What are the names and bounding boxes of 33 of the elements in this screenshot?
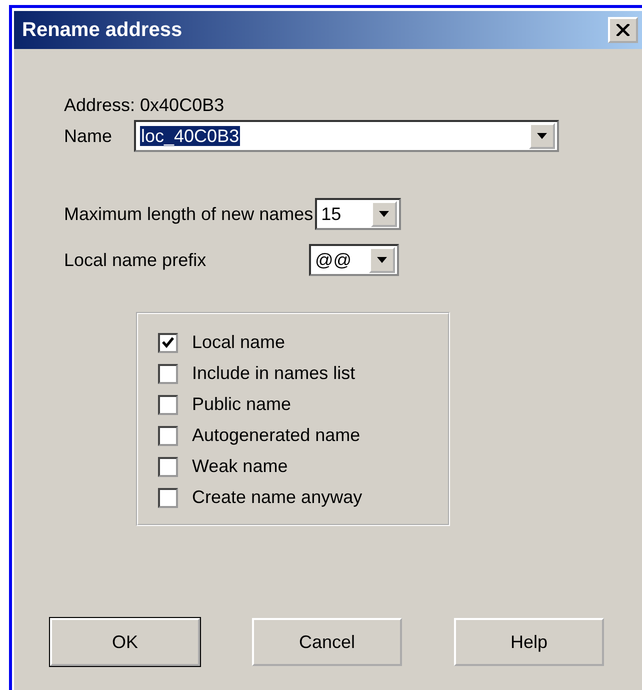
checkbox-label[interactable]: Local name [192,332,286,353]
checkbox[interactable] [158,426,178,446]
checkbox[interactable] [158,364,178,384]
name-label: Name [64,126,112,146]
window-title: Rename address [22,18,182,42]
dropdown-arrow-icon [377,257,387,263]
max-length-label: Maximum length of new names [64,204,314,224]
checkbox[interactable] [158,488,178,508]
checkbox-label[interactable]: Create name anyway [192,487,362,508]
dialog-button[interactable]: Cancel [252,618,402,666]
close-button[interactable] [608,17,638,43]
prefix-combobox[interactable]: @@ [309,244,399,276]
dialog-button[interactable]: Help [454,618,604,666]
prefix-label: Local name prefix [64,250,208,270]
name-value: loc_40C0B3 [140,126,240,146]
dropdown-button[interactable] [371,201,398,227]
close-icon [616,24,630,36]
checkbox-label[interactable]: Public name [192,394,292,415]
address-label: Address: 0x40C0B3 [64,95,226,116]
checkbox[interactable] [158,394,178,414]
checkbox[interactable] [158,456,178,476]
checkbox[interactable] [158,332,178,352]
dropdown-arrow-icon [379,211,390,217]
checkbox-label[interactable]: Autogenerated name [192,425,360,446]
checkbox-label[interactable]: Weak name [192,456,288,477]
dropdown-button[interactable] [369,247,395,273]
checkbox-label[interactable]: Include in names list [192,363,356,384]
check-icon [162,337,174,348]
dialog-button[interactable]: OK [50,618,200,666]
max-length-combobox[interactable]: 15 [315,198,402,230]
dropdown-button[interactable] [529,123,556,149]
dropdown-arrow-icon [537,133,548,139]
name-combobox[interactable]: loc_40C0B3 [134,120,560,152]
